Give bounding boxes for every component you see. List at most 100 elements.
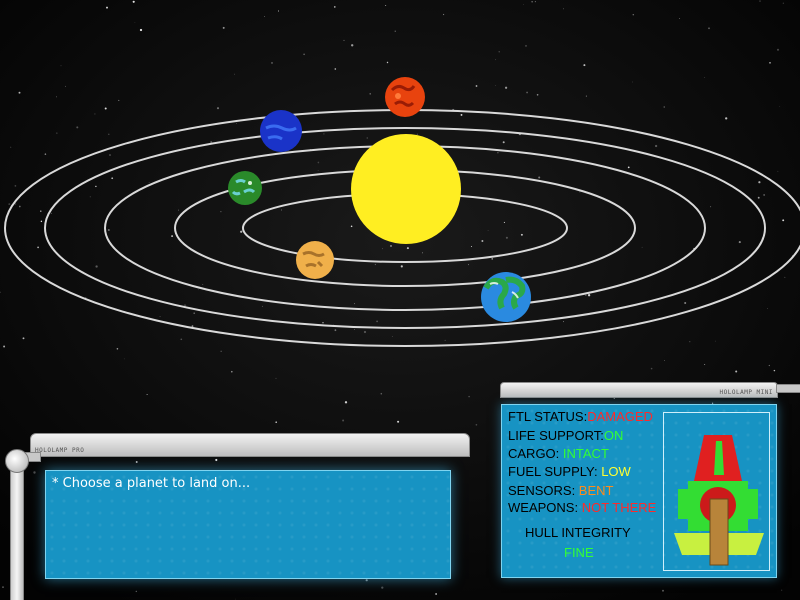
- star: [95, 265, 98, 268]
- star: [40, 210, 42, 212]
- star: [22, 337, 25, 340]
- star: [583, 64, 586, 67]
- star: [89, 196, 91, 198]
- earth-planet[interactable]: [481, 272, 531, 322]
- star: [632, 13, 635, 16]
- star: [334, 68, 337, 70]
- star: [317, 161, 320, 164]
- star: [236, 122, 237, 124]
- star: [397, 420, 400, 423]
- star: [779, 106, 781, 108]
- star: [109, 154, 111, 156]
- hololamp-mini-brand: HOLOLAMP MINI: [719, 389, 773, 396]
- star: [662, 589, 664, 592]
- status-label: FTL STATUS:: [508, 409, 588, 424]
- status-row-sensors: SENSORS: BENT: [508, 483, 613, 498]
- star: [520, 233, 523, 236]
- star: [333, 6, 336, 8]
- star: [523, 4, 524, 5]
- star: [767, 308, 768, 310]
- status-row-cargo: CARGO: INTACT: [508, 446, 609, 461]
- star: [495, 59, 497, 61]
- desert-planet[interactable]: [296, 241, 334, 279]
- star: [178, 209, 180, 211]
- star: [366, 137, 368, 139]
- star: [525, 45, 527, 47]
- ship-diagram-box: [663, 412, 770, 571]
- star: [422, 252, 423, 254]
- star: [135, 461, 138, 463]
- green-planet[interactable]: [228, 171, 262, 205]
- star: [487, 230, 489, 231]
- star: [363, 330, 367, 334]
- star: [563, 8, 565, 10]
- star: [757, 196, 760, 199]
- star: [303, 53, 305, 56]
- blue-planet[interactable]: [260, 110, 302, 152]
- star: [504, 86, 508, 89]
- star: [50, 212, 52, 214]
- star: [354, 329, 355, 331]
- star: [534, 1, 536, 3]
- star: [95, 185, 97, 188]
- star: [663, 106, 665, 108]
- hololamp-pro-brand: HOLOLAMP PRO: [35, 447, 85, 454]
- star: [135, 590, 137, 593]
- star: [111, 177, 114, 180]
- star: [3, 345, 6, 348]
- star: [738, 241, 741, 244]
- star: [264, 16, 265, 17]
- star: [381, 586, 384, 589]
- star: [107, 228, 110, 232]
- star: [491, 258, 493, 260]
- star: [585, 294, 587, 296]
- red-planet[interactable]: [385, 77, 425, 117]
- star: [215, 458, 218, 462]
- star: [342, 419, 345, 422]
- star: [386, 61, 389, 64]
- star: [773, 369, 776, 372]
- star: [37, 246, 40, 249]
- star: [233, 73, 235, 75]
- status-row-weapons: WEAPONS: NOT THERE: [508, 500, 656, 515]
- star: [689, 341, 691, 343]
- status-label: CARGO:: [508, 446, 563, 461]
- sun: [351, 134, 461, 244]
- star: [475, 423, 478, 426]
- star: [759, 0, 761, 2]
- star: [769, 62, 771, 64]
- star: [334, 329, 337, 332]
- hololamp-mini-arm: [776, 384, 800, 393]
- star: [202, 284, 204, 285]
- star: [322, 322, 324, 324]
- status-value: ON: [603, 428, 624, 443]
- star: [365, 579, 368, 582]
- star: [44, 153, 47, 155]
- star: [104, 107, 107, 110]
- star: [271, 61, 273, 64]
- star: [191, 325, 194, 328]
- star: [708, 27, 710, 30]
- status-value: DAMAGED: [587, 409, 653, 424]
- star: [171, 235, 174, 238]
- star: [725, 117, 728, 120]
- star: [344, 401, 348, 404]
- status-row-fuel: FUEL SUPPLY: LOW: [508, 464, 631, 479]
- star: [758, 181, 761, 184]
- status-label: WEAPONS:: [508, 500, 582, 515]
- star: [132, 0, 135, 3]
- star: [323, 133, 325, 135]
- star: [277, 10, 280, 12]
- star: [118, 99, 120, 101]
- star: [776, 48, 780, 51]
- hololamp-pro-post: [10, 458, 24, 600]
- star: [536, 94, 539, 96]
- star: [710, 206, 712, 208]
- star: [505, 236, 508, 239]
- star: [777, 170, 779, 172]
- star: [714, 340, 716, 342]
- star: [343, 39, 345, 41]
- star: [116, 348, 119, 350]
- star: [503, 221, 505, 223]
- star: [498, 51, 500, 53]
